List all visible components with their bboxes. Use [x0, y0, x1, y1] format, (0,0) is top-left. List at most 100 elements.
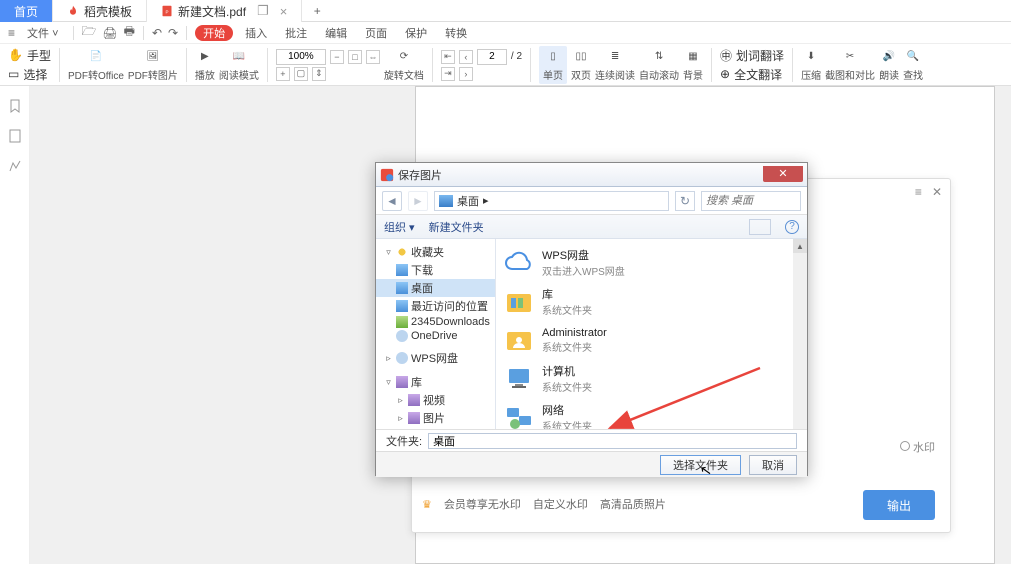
- tool-read-mode[interactable]: 📖阅读模式: [219, 48, 259, 82]
- tool-fit-page[interactable]: ▢: [294, 67, 308, 81]
- menu-annotate[interactable]: 批注: [279, 25, 313, 41]
- undo-icon[interactable]: ↶: [152, 26, 162, 40]
- page-input[interactable]: [477, 49, 507, 65]
- zoom-in-icon[interactable]: +: [276, 67, 290, 81]
- outline-icon[interactable]: [7, 158, 23, 174]
- tree-recent[interactable]: 最近访问的位置: [376, 297, 495, 315]
- tab-template[interactable]: 稻壳模板: [53, 0, 147, 22]
- custom-watermark-option[interactable]: 自定义水印: [533, 496, 588, 512]
- tool-pdf-office[interactable]: 📄PDF转Office: [68, 48, 124, 82]
- tree-onedrive[interactable]: OneDrive: [376, 329, 495, 343]
- print-icon[interactable]: 🖶: [124, 22, 135, 43]
- tool-actual-size[interactable]: □: [348, 50, 362, 64]
- no-watermark-option[interactable]: 会员尊享无水印: [444, 496, 521, 512]
- item-computer[interactable]: 计算机系统文件夹: [496, 359, 807, 398]
- tool-autoscroll[interactable]: ⇅自动滚动: [639, 48, 679, 82]
- close-tab-icon[interactable]: ×: [280, 4, 288, 19]
- dialog-titlebar[interactable]: 保存图片 ✕: [376, 163, 807, 187]
- item-network[interactable]: 网络系统文件夹: [496, 398, 807, 429]
- view-mode-icon[interactable]: [749, 219, 771, 235]
- panel-close-icon[interactable]: ✕: [932, 185, 942, 199]
- cloud-icon: [396, 330, 408, 342]
- tool-select[interactable]: ▭选择: [8, 66, 47, 83]
- cancel-button[interactable]: 取消: [749, 455, 797, 475]
- nav-forward-icon[interactable]: ►: [408, 191, 428, 211]
- menu-convert[interactable]: 转换: [439, 25, 473, 41]
- tree-libraries[interactable]: ▿库: [376, 373, 495, 391]
- save-icon[interactable]: 🖨: [102, 26, 117, 40]
- divider: [186, 26, 187, 40]
- tree-2345downloads[interactable]: 2345Downloads: [376, 315, 495, 329]
- tool-rotate[interactable]: ⟳旋转文档: [384, 48, 424, 82]
- tool-screenshot[interactable]: ✂截图和对比: [825, 48, 875, 82]
- tool-compress[interactable]: ⬇压缩: [801, 48, 821, 82]
- zoom-input[interactable]: [276, 49, 326, 65]
- new-folder-button[interactable]: 新建文件夹: [429, 219, 484, 235]
- menu-start[interactable]: 开始: [195, 25, 233, 41]
- tool-hand-select: ✋手型 ▭选择: [8, 47, 51, 83]
- tab-home[interactable]: 首页: [0, 0, 53, 22]
- expand-icon[interactable]: ▹: [384, 354, 393, 363]
- menu-protect[interactable]: 保护: [399, 25, 433, 41]
- dialog-close-button[interactable]: ✕: [763, 166, 803, 182]
- tool-double-page[interactable]: ▯▯双页: [571, 48, 591, 82]
- restore-icon[interactable]: ❐: [257, 3, 269, 19]
- tool-fit-height[interactable]: ⇕: [312, 67, 326, 81]
- next-page-icon[interactable]: ›: [459, 67, 473, 81]
- organize-button[interactable]: 组织 ▾: [384, 219, 415, 235]
- hamburger-icon[interactable]: ≡: [8, 26, 15, 40]
- menu-insert[interactable]: 插入: [239, 25, 273, 41]
- tree-favorites[interactable]: ▿收藏夹: [376, 243, 495, 261]
- breadcrumb[interactable]: 桌面 ▸: [434, 191, 669, 211]
- tool-hand[interactable]: ✋手型: [8, 47, 51, 64]
- tree-desktop[interactable]: 桌面: [376, 279, 495, 297]
- watermark-option[interactable]: 水印: [896, 439, 935, 455]
- item-library[interactable]: 库系统文件夹: [496, 282, 807, 321]
- panel-menu-icon[interactable]: ≡: [915, 185, 922, 199]
- app-icon: [380, 168, 394, 182]
- hd-photo-option[interactable]: 高清品质照片: [600, 496, 666, 512]
- thumbnail-icon[interactable]: [7, 128, 23, 144]
- last-page-icon[interactable]: ⇥: [441, 67, 455, 81]
- folder-input[interactable]: [428, 433, 797, 449]
- collapse-icon[interactable]: ▿: [384, 378, 393, 387]
- open-icon[interactable]: 🗁: [82, 22, 97, 43]
- tool-full-translate[interactable]: ⊕全文翻译: [720, 66, 782, 83]
- bookmark-icon[interactable]: [7, 98, 23, 114]
- tool-read-aloud[interactable]: 🔊朗读: [879, 48, 899, 82]
- tool-continuous[interactable]: ≣连续阅读: [595, 48, 635, 82]
- output-button[interactable]: 输出: [863, 490, 935, 520]
- item-wps[interactable]: WPS网盘双击进入WPS网盘: [496, 243, 807, 282]
- new-tab-button[interactable]: +: [302, 0, 332, 21]
- scrollbar[interactable]: ▲: [793, 239, 807, 429]
- tool-word-translate[interactable]: ㊥划词翻译: [720, 47, 784, 64]
- tree-videos[interactable]: ▹视频: [376, 391, 495, 409]
- nav-back-icon[interactable]: ◄: [382, 191, 402, 211]
- tool-pdf-image[interactable]: 🖼PDF转图片: [128, 48, 178, 82]
- tool-background[interactable]: ▦背景: [683, 48, 703, 82]
- tool-play[interactable]: ▶播放: [195, 48, 215, 82]
- tree-documents[interactable]: ▹文档: [376, 427, 495, 429]
- tree-downloads[interactable]: 下载: [376, 261, 495, 279]
- tool-single-page[interactable]: ▯单页: [539, 46, 567, 84]
- library-icon: [396, 376, 408, 388]
- redo-icon[interactable]: ↷: [168, 26, 178, 40]
- collapse-icon[interactable]: ▿: [384, 248, 393, 257]
- item-administrator[interactable]: Administrator系统文件夹: [496, 321, 807, 359]
- tree-wps[interactable]: ▹WPS网盘: [376, 349, 495, 367]
- menu-page[interactable]: 页面: [359, 25, 393, 41]
- menu-edit[interactable]: 编辑: [319, 25, 353, 41]
- first-page-icon[interactable]: ⇤: [441, 50, 455, 64]
- menu-file[interactable]: 文件 ˅: [21, 25, 64, 41]
- chevron-right-icon[interactable]: ▸: [483, 194, 489, 207]
- zoom-out-icon[interactable]: −: [330, 50, 344, 64]
- tab-document[interactable]: P 新建文档.pdf ❐ ×: [147, 0, 302, 22]
- scroll-up-icon[interactable]: ▲: [793, 239, 807, 253]
- prev-page-icon[interactable]: ‹: [459, 50, 473, 64]
- tool-fit-width[interactable]: ⇔: [366, 50, 380, 64]
- tree-pictures[interactable]: ▹图片: [376, 409, 495, 427]
- help-icon[interactable]: ?: [785, 220, 799, 234]
- tool-find[interactable]: 🔍查找: [903, 48, 923, 82]
- search-input[interactable]: [701, 191, 801, 211]
- refresh-icon[interactable]: ↻: [675, 191, 695, 211]
